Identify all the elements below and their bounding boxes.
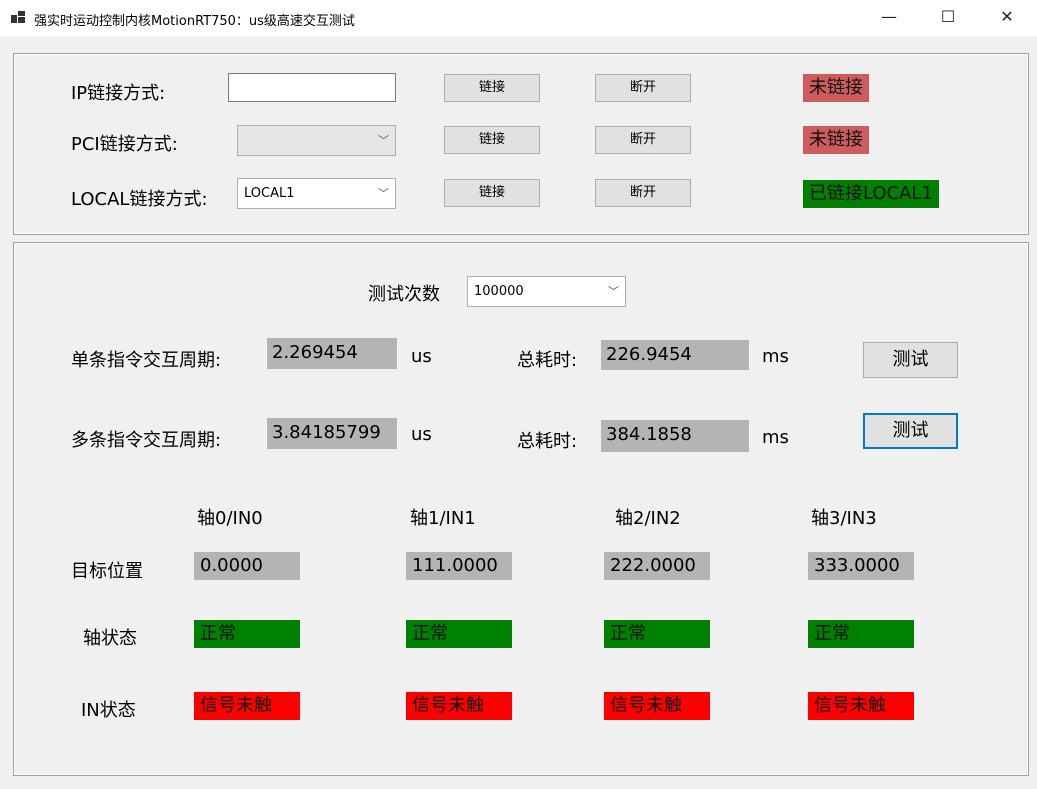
test-count-select[interactable]: 100000 ﹀ <box>467 276 626 307</box>
single-cycle-label: 单条指令交互周期: <box>71 350 222 371</box>
local-select[interactable]: LOCAL1 ﹀ <box>237 178 396 209</box>
local-connect-label: LOCAL链接方式: <box>71 189 208 210</box>
multi-test-button[interactable]: 测试 <box>863 413 958 449</box>
ip-disconnect-button[interactable]: 断开 <box>595 74 691 102</box>
in-state-badge: 信号未触 <box>406 692 512 720</box>
test-count-value: 100000 <box>474 284 524 299</box>
axis-state-badge: 正常 <box>194 620 300 648</box>
pci-connect-label: PCI链接方式: <box>71 134 178 155</box>
chevron-down-icon: ﹀ <box>378 187 389 200</box>
axis-header: 轴1/IN1 <box>410 508 476 529</box>
pci-status-badge: 未链接 <box>803 126 869 154</box>
in-state-badge: 信号未触 <box>194 692 300 720</box>
pci-card-select[interactable]: ﹀ <box>237 125 396 156</box>
axis-state-badge: 正常 <box>808 620 914 648</box>
close-icon[interactable]: ✕ <box>984 0 1030 36</box>
multi-total-unit: ms <box>762 427 789 448</box>
local-status-badge: 已链接LOCAL1 <box>803 180 939 208</box>
target-position-value: 111.0000 <box>406 552 512 580</box>
single-total-value: 226.9454 <box>601 340 749 370</box>
in-state-badge: 信号未触 <box>604 692 710 720</box>
test-count-label: 测试次数 <box>368 284 440 305</box>
local-disconnect-button[interactable]: 断开 <box>595 179 691 207</box>
axis-state-label: 轴状态 <box>83 628 137 649</box>
ip-connect-button[interactable]: 链接 <box>444 74 540 102</box>
target-position-value: 0.0000 <box>194 552 300 580</box>
multi-total-label: 总耗时: <box>517 431 578 452</box>
window-title: 强实时运动控制内核MotionRT750：us级高速交互测试 <box>34 14 355 29</box>
title-bar: 强实时运动控制内核MotionRT750：us级高速交互测试 — ☐ ✕ <box>0 0 1037 36</box>
single-cycle-value: 2.269454 <box>267 338 397 369</box>
ip-connect-label: IP链接方式: <box>71 83 166 104</box>
target-position-label: 目标位置 <box>71 561 143 582</box>
ip-address-input[interactable] <box>228 73 396 102</box>
maximize-icon[interactable]: ☐ <box>925 0 971 36</box>
pci-connect-button[interactable]: 链接 <box>444 126 540 154</box>
multi-total-value: 384.1858 <box>601 420 749 452</box>
target-position-value: 333.0000 <box>808 552 914 580</box>
single-test-button[interactable]: 测试 <box>863 342 958 378</box>
axis-state-badge: 正常 <box>406 620 512 648</box>
app-icon <box>11 11 25 23</box>
axis-state-badge: 正常 <box>604 620 710 648</box>
in-state-badge: 信号未触 <box>808 692 914 720</box>
local-connect-button[interactable]: 链接 <box>444 179 540 207</box>
single-total-label: 总耗时: <box>517 350 578 371</box>
axis-header: 轴2/IN2 <box>615 508 681 529</box>
minimize-icon[interactable]: — <box>866 0 912 36</box>
local-select-value: LOCAL1 <box>244 186 295 201</box>
axis-header: 轴0/IN0 <box>197 508 263 529</box>
chevron-down-icon: ﹀ <box>608 285 619 298</box>
chevron-down-icon: ﹀ <box>378 134 389 147</box>
single-total-unit: ms <box>762 346 789 367</box>
ip-status-badge: 未链接 <box>803 74 869 102</box>
multi-cycle-unit: us <box>411 424 432 445</box>
multi-cycle-value: 3.84185799 <box>267 418 397 449</box>
in-state-label: IN状态 <box>81 700 136 721</box>
single-cycle-unit: us <box>411 346 432 367</box>
pci-disconnect-button[interactable]: 断开 <box>595 126 691 154</box>
target-position-value: 222.0000 <box>604 552 710 580</box>
axis-header: 轴3/IN3 <box>811 508 877 529</box>
multi-cycle-label: 多条指令交互周期: <box>71 430 222 451</box>
